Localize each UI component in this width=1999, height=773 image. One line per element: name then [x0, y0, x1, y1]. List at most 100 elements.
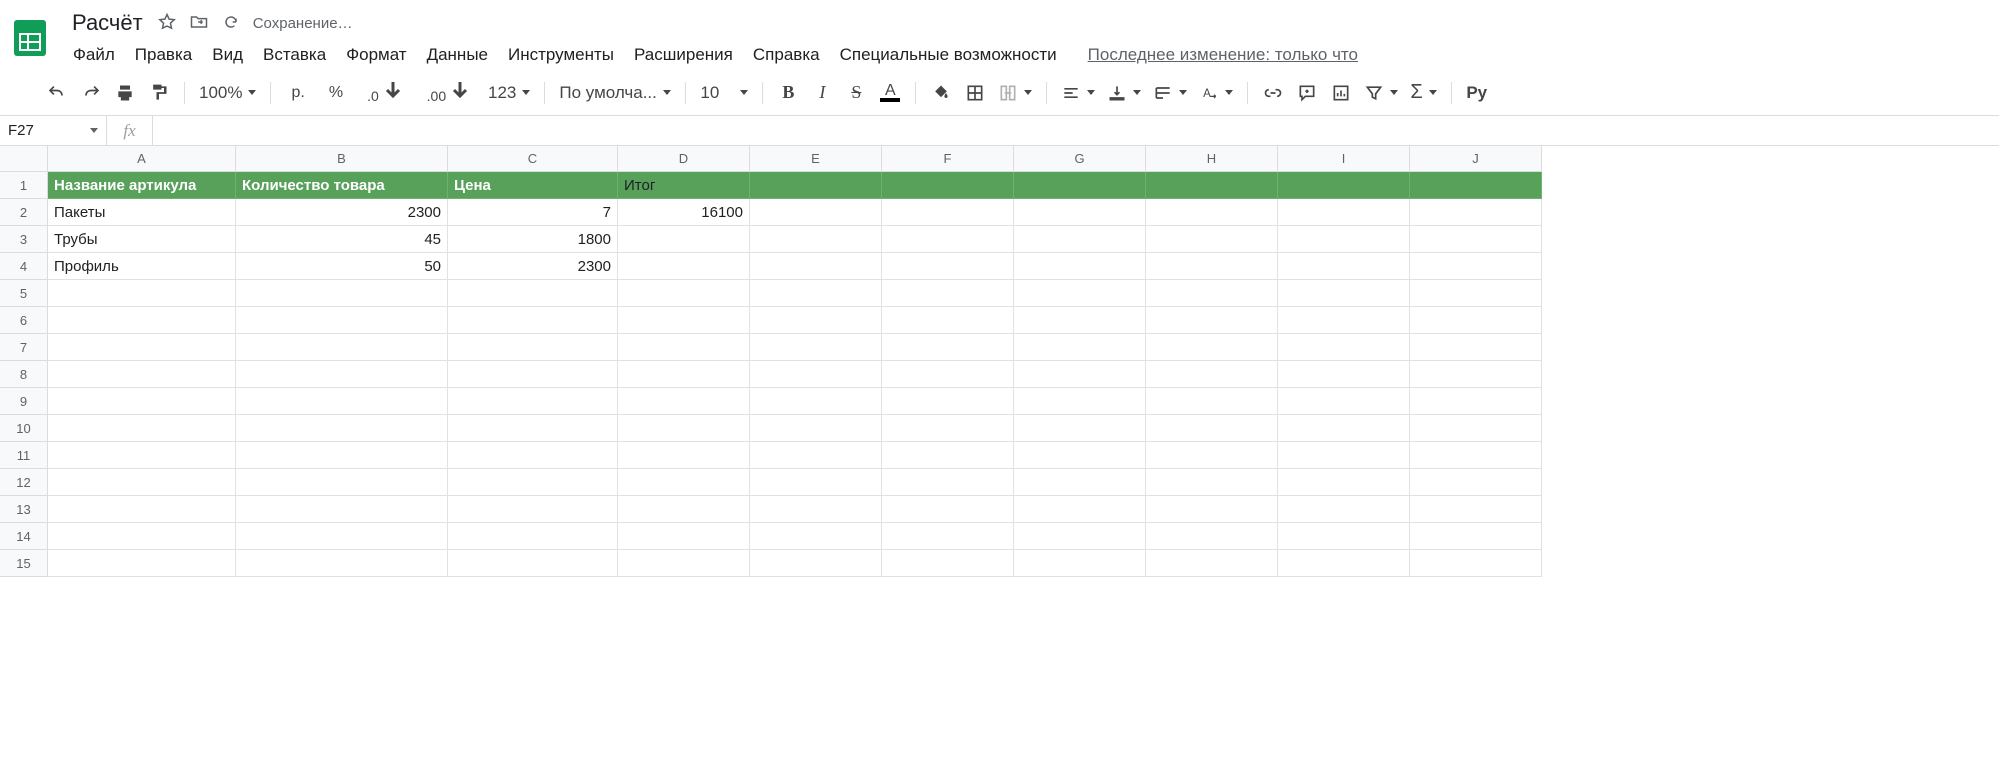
cell-F11[interactable]: [882, 442, 1014, 469]
cell-B4[interactable]: 50: [236, 253, 448, 280]
cell-I5[interactable]: [1278, 280, 1410, 307]
cell-C14[interactable]: [448, 523, 618, 550]
cell-I14[interactable]: [1278, 523, 1410, 550]
cell-B10[interactable]: [236, 415, 448, 442]
row-header-14[interactable]: 14: [0, 523, 48, 550]
cell-E15[interactable]: [750, 550, 882, 577]
cell-C8[interactable]: [448, 361, 618, 388]
cell-A7[interactable]: [48, 334, 236, 361]
cell-G9[interactable]: [1014, 388, 1146, 415]
cell-A11[interactable]: [48, 442, 236, 469]
cell-G14[interactable]: [1014, 523, 1146, 550]
cell-D13[interactable]: [618, 496, 750, 523]
column-header-F[interactable]: F: [882, 146, 1014, 172]
italic-button[interactable]: I: [807, 78, 837, 108]
cell-G15[interactable]: [1014, 550, 1146, 577]
increase-decimal-button[interactable]: .00: [417, 78, 480, 108]
menu-help[interactable]: Справка: [744, 40, 829, 70]
vertical-align-dropdown[interactable]: [1103, 78, 1145, 108]
font-family-dropdown[interactable]: По умолча...: [555, 78, 675, 108]
cell-A3[interactable]: Трубы: [48, 226, 236, 253]
row-header-9[interactable]: 9: [0, 388, 48, 415]
cell-D5[interactable]: [618, 280, 750, 307]
cell-J13[interactable]: [1410, 496, 1542, 523]
cell-B2[interactable]: 2300: [236, 199, 448, 226]
cell-E13[interactable]: [750, 496, 882, 523]
menu-file[interactable]: Файл: [64, 40, 124, 70]
move-icon[interactable]: [189, 12, 209, 35]
column-header-I[interactable]: I: [1278, 146, 1410, 172]
text-wrap-dropdown[interactable]: [1149, 78, 1191, 108]
row-header-7[interactable]: 7: [0, 334, 48, 361]
cell-F13[interactable]: [882, 496, 1014, 523]
cell-J10[interactable]: [1410, 415, 1542, 442]
cell-E11[interactable]: [750, 442, 882, 469]
row-header-12[interactable]: 12: [0, 469, 48, 496]
cell-H13[interactable]: [1146, 496, 1278, 523]
column-header-D[interactable]: D: [618, 146, 750, 172]
cell-A12[interactable]: [48, 469, 236, 496]
cell-J9[interactable]: [1410, 388, 1542, 415]
cell-F14[interactable]: [882, 523, 1014, 550]
cell-B15[interactable]: [236, 550, 448, 577]
cell-C12[interactable]: [448, 469, 618, 496]
cell-D15[interactable]: [618, 550, 750, 577]
select-all-corner[interactable]: [0, 146, 48, 172]
cloud-sync-icon[interactable]: [221, 12, 241, 35]
redo-button[interactable]: [76, 78, 106, 108]
row-header-13[interactable]: 13: [0, 496, 48, 523]
name-box[interactable]: F27: [0, 122, 106, 139]
column-header-B[interactable]: B: [236, 146, 448, 172]
cell-J12[interactable]: [1410, 469, 1542, 496]
cell-H12[interactable]: [1146, 469, 1278, 496]
cell-A13[interactable]: [48, 496, 236, 523]
cell-D8[interactable]: [618, 361, 750, 388]
cell-I9[interactable]: [1278, 388, 1410, 415]
cell-B14[interactable]: [236, 523, 448, 550]
cell-E9[interactable]: [750, 388, 882, 415]
cell-J7[interactable]: [1410, 334, 1542, 361]
column-header-C[interactable]: C: [448, 146, 618, 172]
cell-I4[interactable]: [1278, 253, 1410, 280]
functions-dropdown[interactable]: Σ: [1406, 78, 1440, 108]
cell-A4[interactable]: Профиль: [48, 253, 236, 280]
menu-edit[interactable]: Правка: [126, 40, 201, 70]
cell-B12[interactable]: [236, 469, 448, 496]
cell-J15[interactable]: [1410, 550, 1542, 577]
cell-D4[interactable]: [618, 253, 750, 280]
cell-H3[interactable]: [1146, 226, 1278, 253]
text-color-button[interactable]: A: [875, 78, 905, 108]
cell-F2[interactable]: [882, 199, 1014, 226]
cell-J6[interactable]: [1410, 307, 1542, 334]
cell-J5[interactable]: [1410, 280, 1542, 307]
column-header-E[interactable]: E: [750, 146, 882, 172]
strikethrough-button[interactable]: S: [841, 78, 871, 108]
more-formats-dropdown[interactable]: 123: [484, 78, 534, 108]
cell-D14[interactable]: [618, 523, 750, 550]
cell-I15[interactable]: [1278, 550, 1410, 577]
row-header-5[interactable]: 5: [0, 280, 48, 307]
last-edit-link[interactable]: Последнее изменение: только что: [1088, 40, 1358, 70]
cell-B6[interactable]: [236, 307, 448, 334]
cell-I12[interactable]: [1278, 469, 1410, 496]
cell-E2[interactable]: [750, 199, 882, 226]
cell-I6[interactable]: [1278, 307, 1410, 334]
cell-D7[interactable]: [618, 334, 750, 361]
cell-E8[interactable]: [750, 361, 882, 388]
cell-H9[interactable]: [1146, 388, 1278, 415]
cell-A14[interactable]: [48, 523, 236, 550]
cell-H10[interactable]: [1146, 415, 1278, 442]
text-rotation-dropdown[interactable]: A: [1195, 78, 1237, 108]
menu-view[interactable]: Вид: [203, 40, 252, 70]
cell-A6[interactable]: [48, 307, 236, 334]
cell-F8[interactable]: [882, 361, 1014, 388]
row-header-10[interactable]: 10: [0, 415, 48, 442]
borders-button[interactable]: [960, 78, 990, 108]
cell-B11[interactable]: [236, 442, 448, 469]
cell-D6[interactable]: [618, 307, 750, 334]
cell-E1[interactable]: [750, 172, 882, 199]
cell-A1[interactable]: Название артикула: [48, 172, 236, 199]
cell-J14[interactable]: [1410, 523, 1542, 550]
cell-A9[interactable]: [48, 388, 236, 415]
cell-G10[interactable]: [1014, 415, 1146, 442]
